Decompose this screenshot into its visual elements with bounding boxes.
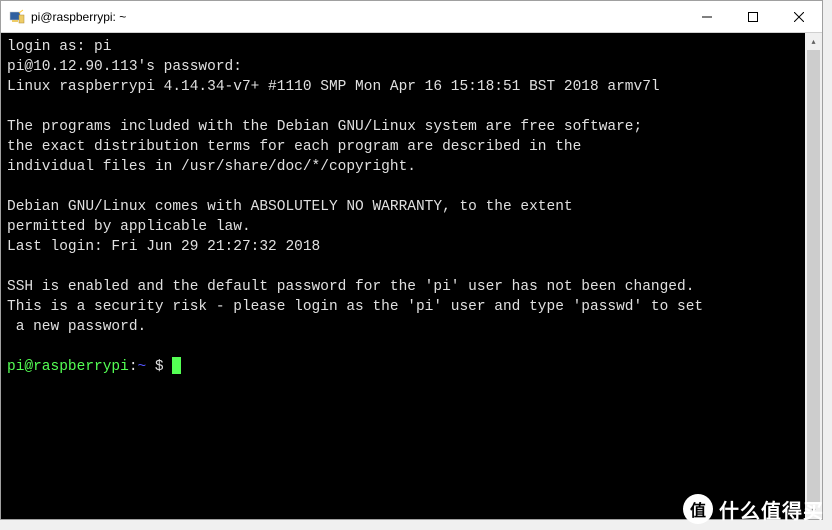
- scrollbar-track[interactable]: [805, 50, 822, 502]
- ssh-warning: SSH is enabled and the default password …: [7, 279, 694, 295]
- prompt-colon: :: [129, 359, 138, 375]
- terminal-area: login as: pi pi@10.12.90.113's password:…: [1, 33, 822, 519]
- minimize-button[interactable]: [684, 1, 730, 32]
- motd-line: the exact distribution terms for each pr…: [7, 139, 581, 155]
- watermark-text: 什么值得买: [719, 495, 824, 524]
- putty-window: pi@raspberrypi: ~ login as: pi pi@10.12.…: [0, 0, 823, 520]
- scrollbar-thumb[interactable]: [807, 50, 820, 502]
- titlebar: pi@raspberrypi: ~: [1, 1, 822, 33]
- motd-line: The programs included with the Debian GN…: [7, 119, 642, 135]
- cursor: [172, 357, 181, 374]
- watermark: 值 什么值得买: [683, 494, 824, 524]
- ssh-warning: a new password.: [7, 319, 146, 335]
- window-title: pi@raspberrypi: ~: [31, 10, 684, 24]
- window-controls: [684, 1, 822, 32]
- putty-icon: [9, 9, 25, 25]
- prompt-path: ~: [138, 359, 147, 375]
- password-prompt: pi@10.12.90.113's password:: [7, 59, 242, 75]
- kernel-line: Linux raspberrypi 4.14.34-v7+ #1110 SMP …: [7, 79, 660, 95]
- warranty-line: permitted by applicable law.: [7, 219, 251, 235]
- warranty-line: Debian GNU/Linux comes with ABSOLUTELY N…: [7, 199, 573, 215]
- maximize-button[interactable]: [730, 1, 776, 32]
- scrollbar[interactable]: ▴ ▾: [805, 33, 822, 519]
- prompt-user: pi@raspberrypi: [7, 359, 129, 375]
- ssh-warning: This is a security risk - please login a…: [7, 299, 703, 315]
- motd-line: individual files in /usr/share/doc/*/cop…: [7, 159, 416, 175]
- watermark-logo: 值: [683, 494, 713, 524]
- prompt-dollar: $: [146, 359, 172, 375]
- scrollbar-up-arrow[interactable]: ▴: [805, 33, 822, 50]
- close-button[interactable]: [776, 1, 822, 32]
- terminal[interactable]: login as: pi pi@10.12.90.113's password:…: [1, 33, 805, 519]
- last-login: Last login: Fri Jun 29 21:27:32 2018: [7, 239, 320, 255]
- login-prompt: login as: pi: [7, 39, 111, 55]
